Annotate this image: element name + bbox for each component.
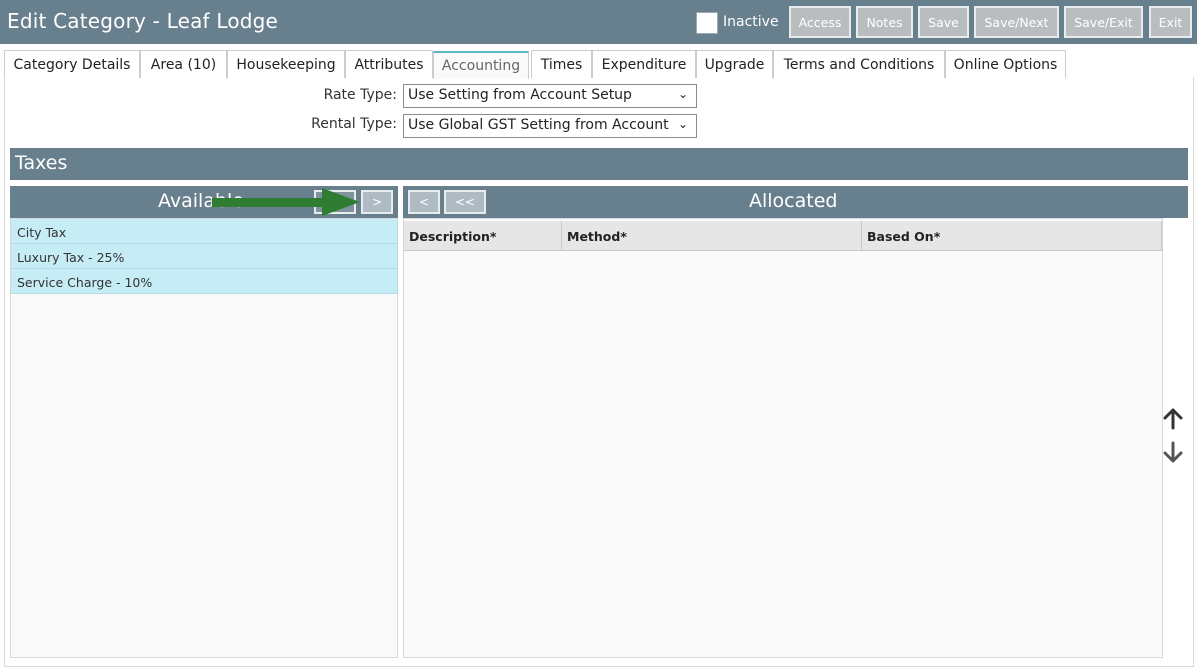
move-right-button[interactable]: >	[361, 190, 393, 214]
save-next-button[interactable]: Save/Next	[974, 6, 1059, 38]
green-arrow-annotation	[212, 188, 360, 216]
move-left-button[interactable]: <	[408, 190, 440, 214]
inactive-label: Inactive	[723, 14, 779, 30]
available-item-city-tax[interactable]: City Tax	[11, 219, 398, 244]
rate-type-label: Rate Type:	[323, 87, 397, 103]
tab-expenditure[interactable]: Expenditure	[592, 50, 696, 78]
tab-category-details[interactable]: Category Details	[4, 50, 140, 78]
allocated-table: Description* Method* Based On*	[403, 218, 1163, 658]
chevron-down-icon: ⌄	[677, 117, 688, 131]
tab-terms-and-conditions[interactable]: Terms and Conditions	[773, 50, 945, 78]
rate-type-select[interactable]: Use Setting from Account Setup ⌄	[403, 84, 697, 108]
rental-type-label: Rental Type:	[311, 116, 397, 132]
tab-upgrade[interactable]: Upgrade	[696, 50, 773, 78]
save-button[interactable]: Save	[918, 6, 969, 38]
chevron-down-icon: ⌄	[677, 87, 688, 101]
available-list: City Tax Luxury Tax - 25% Service Charge…	[10, 218, 398, 658]
allocated-title: Allocated	[749, 190, 838, 212]
tab-attributes[interactable]: Attributes	[345, 50, 433, 78]
taxes-section-header: Taxes	[10, 148, 1188, 180]
rate-type-value: Use Setting from Account Setup	[408, 87, 632, 103]
rental-type-value: Use Global GST Setting from Account	[408, 117, 669, 133]
notes-button[interactable]: Notes	[856, 6, 913, 38]
tab-accounting[interactable]: Accounting	[433, 51, 529, 79]
arrow-down-icon[interactable]	[1161, 440, 1185, 470]
allocated-panel-header: < << Allocated	[403, 186, 1188, 218]
section-title: Taxes	[15, 152, 68, 174]
column-header-description[interactable]: Description*	[404, 221, 562, 251]
rental-type-select[interactable]: Use Global GST Setting from Account ⌄	[403, 114, 697, 138]
arrow-up-icon[interactable]	[1161, 407, 1185, 437]
exit-button[interactable]: Exit	[1149, 6, 1192, 38]
tab-online-options[interactable]: Online Options	[945, 50, 1066, 78]
tab-times[interactable]: Times	[531, 50, 592, 78]
move-all-left-button[interactable]: <<	[444, 190, 486, 214]
tab-housekeeping[interactable]: Housekeeping	[227, 50, 345, 78]
tab-area[interactable]: Area (10)	[140, 50, 227, 78]
save-exit-button[interactable]: Save/Exit	[1064, 6, 1143, 38]
column-header-method[interactable]: Method*	[562, 221, 862, 251]
page-title: Edit Category - Leaf Lodge	[7, 9, 279, 33]
access-button[interactable]: Access	[789, 6, 851, 38]
page-header: Edit Category - Leaf Lodge Inactive Acce…	[0, 0, 1197, 44]
available-item-luxury-tax[interactable]: Luxury Tax - 25%	[11, 244, 398, 269]
available-item-service-charge[interactable]: Service Charge - 10%	[11, 269, 398, 294]
inactive-checkbox[interactable]	[696, 12, 718, 34]
column-header-based-on[interactable]: Based On*	[862, 221, 1162, 251]
